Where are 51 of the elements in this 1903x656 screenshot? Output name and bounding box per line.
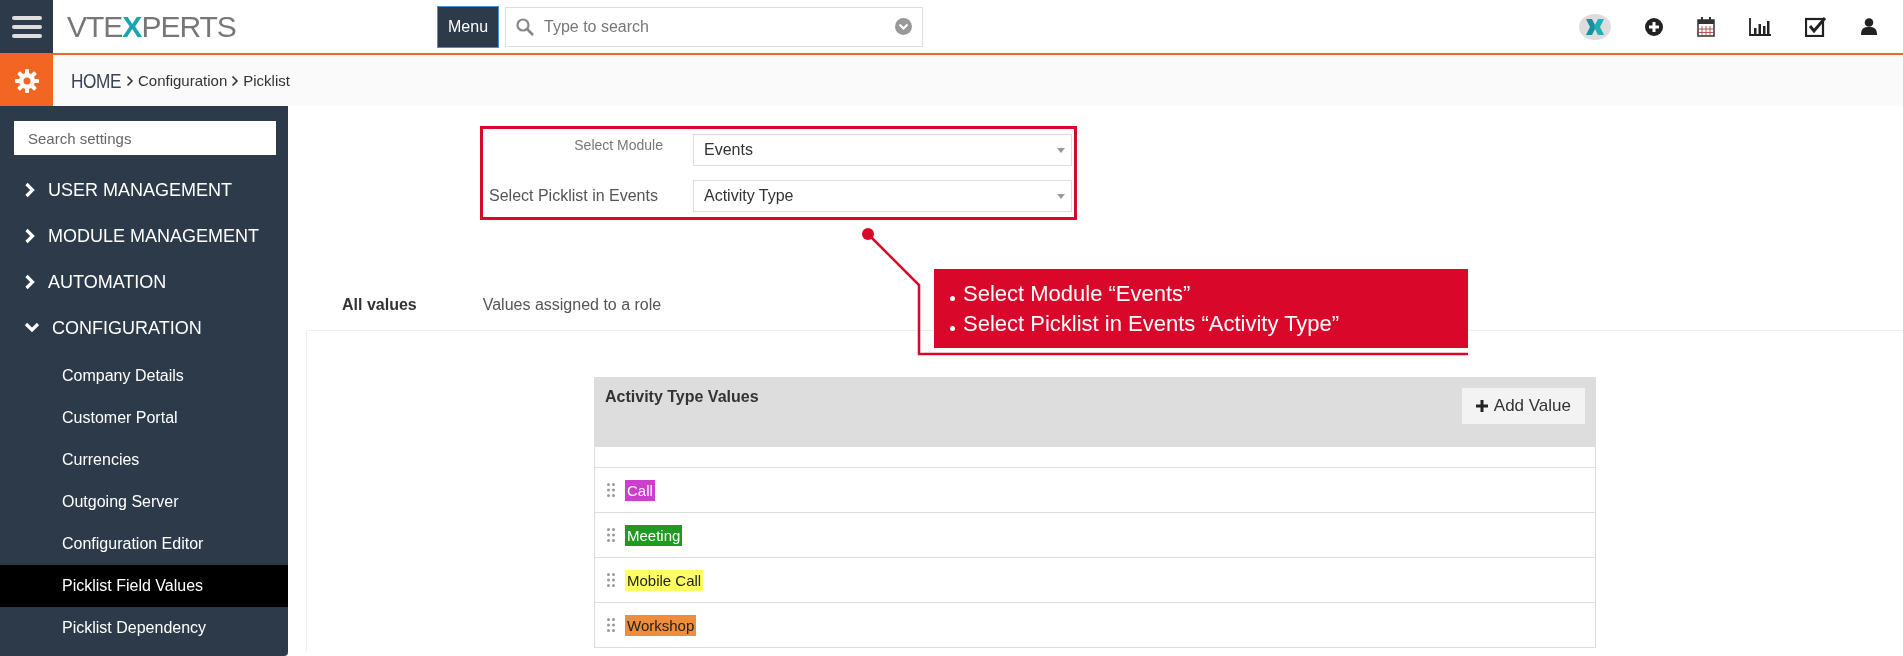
picklist-value: Mobile Call (625, 569, 704, 591)
sidebar-item[interactable]: Configuration Editor (0, 523, 288, 565)
picklist-value: Meeting (625, 524, 683, 546)
sidebar-item[interactable]: Currencies (0, 439, 288, 481)
dropdown-icon[interactable] (895, 17, 913, 35)
sidebar-section[interactable]: AUTOMATION (48, 271, 167, 293)
sidebar-item[interactable]: Picklist Field Values (0, 565, 288, 607)
checkbox-icon[interactable] (1805, 16, 1827, 37)
drag-handle-icon[interactable] (607, 618, 615, 632)
bullet-icon (950, 296, 955, 301)
sidebar-section[interactable]: MODULE MANAGEMENT (48, 225, 260, 247)
drag-handle-icon[interactable] (607, 483, 615, 497)
breadcrumb-link[interactable]: Configuration (138, 72, 228, 89)
field-label: Select Picklist in Events (488, 187, 659, 205)
tab[interactable]: All values (342, 296, 417, 326)
picklist-value: Call (625, 479, 655, 501)
x-logo-icon[interactable] (1579, 13, 1611, 40)
menu-button[interactable]: Menu (437, 5, 500, 48)
breadcrumb-link[interactable]: HOME (71, 68, 121, 93)
sidebar-section[interactable]: USER MANAGEMENT (48, 179, 233, 201)
sidebar-item[interactable]: Customer Portal (0, 397, 288, 439)
sidebar-item[interactable]: Picklist Dependency (0, 607, 288, 649)
add-icon[interactable] (1645, 17, 1663, 36)
bullet-icon (950, 326, 955, 331)
logo: VTEXPERTS (67, 9, 237, 44)
tab[interactable]: Values assigned to a role (482, 296, 662, 326)
callout-text: Select Module “Events” (963, 280, 1191, 307)
select-field[interactable]: Activity Type (693, 180, 1072, 212)
menu-icon[interactable] (0, 0, 53, 53)
sidebar-section[interactable]: CONFIGURATION (52, 317, 202, 339)
chevron-icon (126, 74, 134, 87)
field-label: Select Module (573, 136, 664, 153)
drag-handle-icon[interactable] (607, 528, 615, 542)
bar-chart-icon[interactable] (1749, 17, 1771, 36)
sidebar-item[interactable]: Company Details (0, 355, 288, 397)
add-value-button[interactable]: Add Value (1461, 388, 1585, 424)
breadcrumb-link[interactable]: Picklist (243, 72, 290, 89)
callout-text: Select Picklist in Events “Activity Type” (963, 310, 1340, 337)
picklist-value: Workshop (625, 614, 697, 636)
caret-icon (1057, 193, 1065, 199)
user-icon[interactable] (1861, 18, 1877, 35)
drag-handle-icon[interactable] (607, 573, 615, 587)
sidebar-item[interactable]: Outgoing Server (0, 481, 288, 523)
search-field[interactable]: Type to search (505, 6, 924, 47)
plus-icon (1475, 400, 1488, 412)
chevron-icon (231, 74, 240, 87)
caret-icon (1057, 147, 1065, 153)
table-title: Activity Type Values (605, 388, 759, 405)
select-field[interactable]: Events (693, 134, 1072, 166)
calendar-icon[interactable] (1697, 16, 1715, 37)
search-settings-field[interactable]: Search settings (14, 121, 276, 155)
